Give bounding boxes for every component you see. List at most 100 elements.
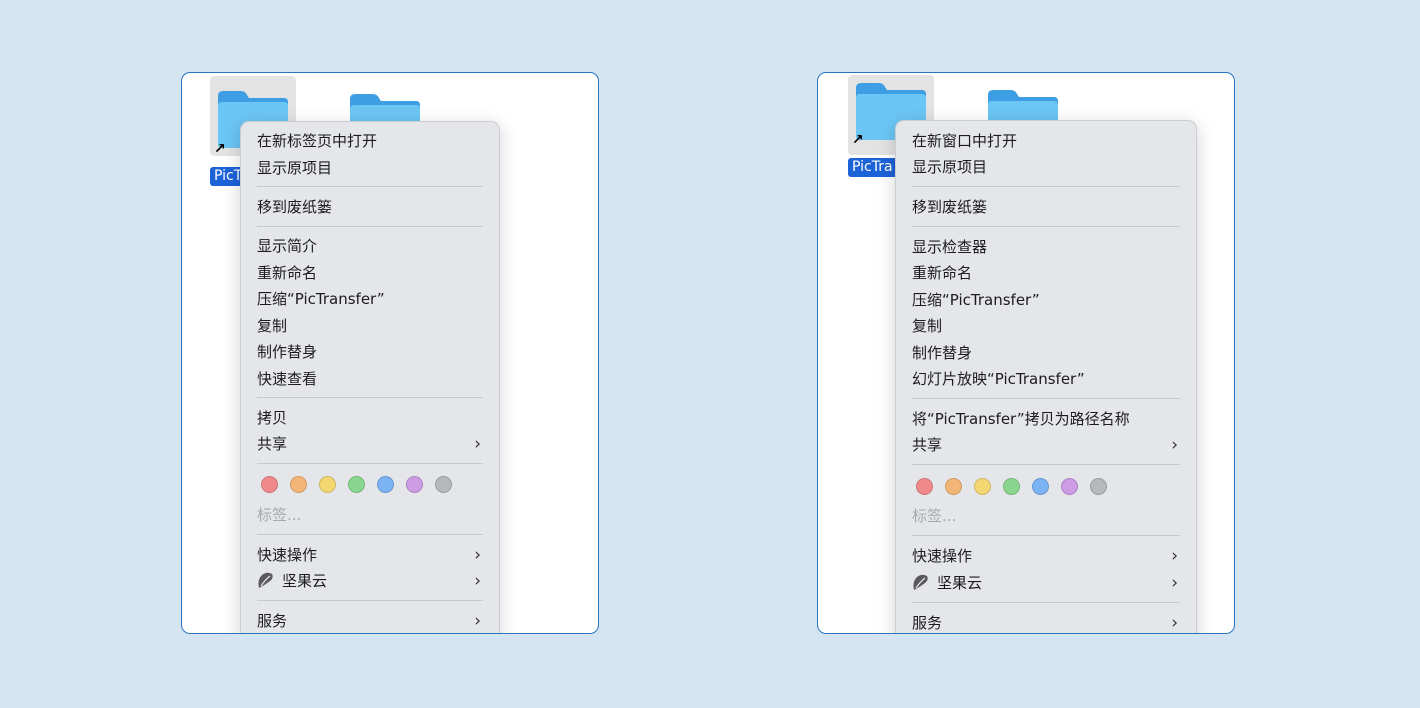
menu-copy-as-pathname[interactable]: 将“PicTransfer”拷贝为路径名称	[912, 407, 1178, 431]
menu-share[interactable]: 共享 ›	[912, 433, 1178, 457]
chevron-right-icon: ›	[474, 545, 481, 565]
chevron-right-icon: ›	[474, 434, 481, 454]
menu-label: 显示原项目	[912, 158, 988, 176]
menu-separator	[257, 186, 483, 187]
menu-separator	[257, 534, 483, 535]
menu-label: 制作替身	[912, 344, 973, 362]
menu-label: 将“PicTransfer”拷贝为路径名称	[912, 410, 1130, 428]
menu-label: 幻灯片放映“PicTransfer”	[912, 370, 1085, 388]
context-menu: 在新窗口中打开 显示原项目 移到废纸篓 显示检查器 重新命名 压缩“PicTra…	[895, 120, 1197, 633]
menu-separator	[257, 600, 483, 601]
menu-label: 共享	[257, 435, 288, 453]
menu-show-inspector[interactable]: 显示检查器	[912, 235, 1178, 259]
chevron-right-icon: ›	[474, 571, 481, 591]
chevron-right-icon: ›	[1171, 435, 1178, 455]
menu-label: 拷贝	[257, 409, 288, 427]
menu-label: 坚果云	[937, 574, 983, 592]
menu-duplicate[interactable]: 复制	[912, 314, 1178, 338]
menu-make-alias[interactable]: 制作替身	[912, 341, 1178, 365]
menu-quick-actions[interactable]: 快速操作 ›	[257, 543, 481, 567]
menu-tags: 标签...	[912, 504, 1178, 528]
menu-move-to-trash[interactable]: 移到废纸篓	[912, 195, 1178, 219]
menu-label: 重新命名	[257, 264, 318, 282]
tag-green-dot[interactable]	[1003, 478, 1020, 495]
tag-gray-dot[interactable]	[1090, 478, 1107, 495]
alias-arrow-icon: ↗	[852, 132, 864, 148]
menu-copy[interactable]: 拷贝	[257, 406, 481, 430]
menu-separator	[912, 535, 1180, 536]
tag-purple-dot[interactable]	[406, 476, 423, 493]
menu-label: 共享	[912, 436, 943, 454]
tag-blue-dot[interactable]	[377, 476, 394, 493]
context-menu: 在新标签页中打开 显示原项目 移到废纸篓 显示简介 重新命名 压缩“PicTra…	[240, 121, 500, 633]
tag-blue-dot[interactable]	[1032, 478, 1049, 495]
menu-show-original[interactable]: 显示原项目	[257, 156, 481, 180]
menu-separator	[912, 464, 1180, 465]
menu-separator	[257, 226, 483, 227]
menu-tags: 标签...	[257, 503, 481, 527]
menu-label: 快速查看	[257, 370, 318, 388]
chevron-right-icon: ›	[1171, 546, 1178, 566]
menu-open-in-new-window[interactable]: 在新窗口中打开	[912, 129, 1178, 153]
menu-open-in-new-tab[interactable]: 在新标签页中打开	[257, 129, 481, 153]
menu-duplicate[interactable]: 复制	[257, 314, 481, 338]
menu-label: 移到废纸篓	[912, 198, 988, 216]
menu-quick-actions[interactable]: 快速操作 ›	[912, 544, 1178, 568]
menu-compress[interactable]: 压缩“PicTransfer”	[912, 288, 1178, 312]
tag-orange-dot[interactable]	[290, 476, 307, 493]
menu-label: 移到废纸篓	[257, 198, 333, 216]
menu-label: 快速操作	[257, 546, 318, 564]
tag-gray-dot[interactable]	[435, 476, 452, 493]
menu-separator	[912, 602, 1180, 603]
menu-label: 压缩“PicTransfer”	[257, 290, 385, 308]
file-name-label[interactable]: PicTra	[848, 158, 898, 177]
tag-purple-dot[interactable]	[1061, 478, 1078, 495]
tag-yellow-dot[interactable]	[974, 478, 991, 495]
menu-compress[interactable]: 压缩“PicTransfer”	[257, 287, 481, 311]
menu-separator	[912, 226, 1180, 227]
menu-label: 服务	[257, 612, 288, 630]
menu-label: 压缩“PicTransfer”	[912, 291, 1040, 309]
menu-jianguoyun[interactable]: 坚果云 ›	[912, 571, 1178, 595]
menu-rename[interactable]: 重新命名	[257, 261, 481, 285]
menu-show-original[interactable]: 显示原项目	[912, 155, 1178, 179]
menu-separator	[257, 397, 483, 398]
tag-yellow-dot[interactable]	[319, 476, 336, 493]
tag-orange-dot[interactable]	[945, 478, 962, 495]
menu-label: 在新窗口中打开	[912, 132, 1018, 150]
menu-separator	[257, 463, 483, 464]
tag-green-dot[interactable]	[348, 476, 365, 493]
menu-label: 显示原项目	[257, 159, 333, 177]
menu-jianguoyun[interactable]: 坚果云 ›	[257, 569, 481, 593]
menu-separator	[912, 398, 1180, 399]
chevron-right-icon: ›	[1171, 613, 1178, 633]
menu-label: 显示检查器	[912, 238, 988, 256]
finder-window-left: ↗ PicT 在新标签页中打开 显示原项目 移到废纸篓 显示简介 重新命名 压缩…	[181, 72, 599, 634]
menu-make-alias[interactable]: 制作替身	[257, 340, 481, 364]
chevron-right-icon: ›	[1171, 573, 1178, 593]
jianguoyun-nut-icon	[913, 574, 928, 590]
menu-label: 服务	[912, 614, 943, 632]
menu-label: 标签...	[257, 506, 302, 524]
tag-red-dot[interactable]	[916, 478, 933, 495]
menu-share[interactable]: 共享 ›	[257, 432, 481, 456]
menu-rename[interactable]: 重新命名	[912, 261, 1178, 285]
menu-quick-look[interactable]: 快速查看	[257, 367, 481, 391]
menu-label: 复制	[257, 317, 288, 335]
menu-label: 坚果云	[282, 572, 328, 590]
menu-services[interactable]: 服务 ›	[912, 611, 1178, 633]
chevron-right-icon: ›	[474, 611, 481, 631]
menu-get-info[interactable]: 显示简介	[257, 234, 481, 258]
menu-label: 复制	[912, 317, 943, 335]
file-name-label[interactable]: PicT	[210, 167, 244, 186]
menu-label: 制作替身	[257, 343, 318, 361]
finder-window-right: ↗ PicTra 在新窗口中打开 显示原项目 移到废纸篓 显示检查器 重新命名 …	[817, 72, 1235, 634]
menu-move-to-trash[interactable]: 移到废纸篓	[257, 195, 481, 219]
menu-services[interactable]: 服务 ›	[257, 609, 481, 633]
alias-arrow-icon: ↗	[214, 141, 226, 157]
jianguoyun-nut-icon	[258, 572, 273, 588]
menu-label: 快速操作	[912, 547, 973, 565]
tag-red-dot[interactable]	[261, 476, 278, 493]
menu-label: 标签...	[912, 507, 957, 525]
menu-slideshow[interactable]: 幻灯片放映“PicTransfer”	[912, 367, 1178, 391]
